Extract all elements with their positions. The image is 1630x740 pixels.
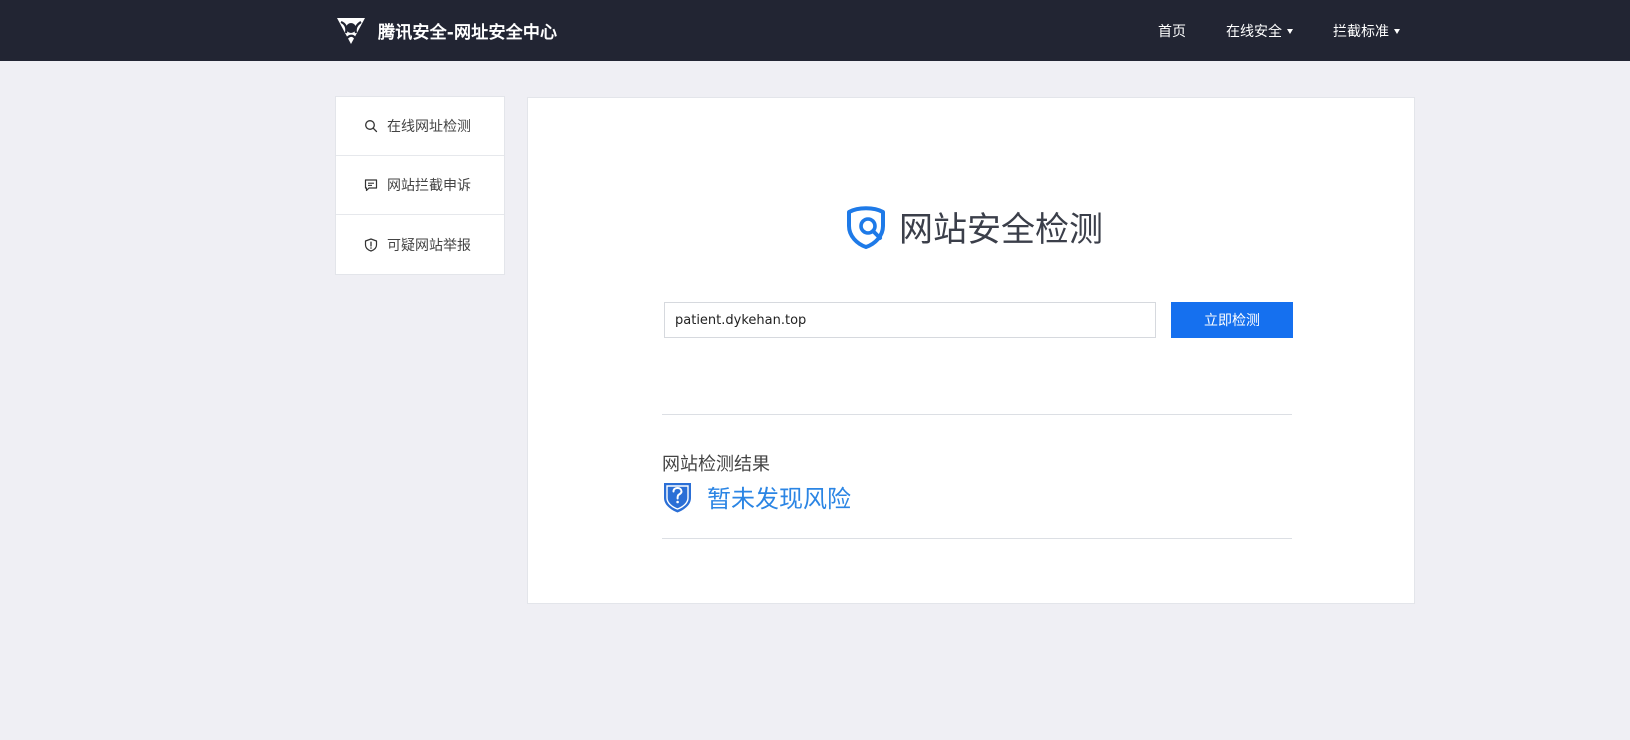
shield-alert-icon: [364, 237, 378, 252]
caret-down-icon: [1394, 29, 1400, 34]
nav-item-label: 在线安全: [1226, 23, 1282, 40]
sidebar-item-appeal[interactable]: 网站拦截申诉: [336, 156, 504, 215]
result-label: 网站检测结果: [662, 454, 770, 475]
sidebar-item-label: 可疑网站举报: [387, 237, 471, 254]
brand[interactable]: 腾讯安全-网址安全中心: [334, 12, 557, 48]
chat-icon: [364, 179, 378, 192]
page-heading: 网站安全检测: [843, 202, 1103, 251]
shield-search-icon: [847, 205, 885, 249]
result-status: 暂未发现风险: [662, 479, 851, 514]
nav-item-home[interactable]: 首页: [1158, 21, 1186, 41]
sidebar-item-label: 网站拦截申诉: [387, 178, 471, 194]
sidebar-item-url-check[interactable]: 在线网址检测: [336, 97, 504, 156]
nav-item-label: 首页: [1158, 23, 1186, 40]
nav-item-online-security[interactable]: 在线安全: [1226, 21, 1293, 41]
nav-item-block-standards[interactable]: 拦截标准: [1333, 21, 1400, 41]
nav-item-label: 拦截标准: [1333, 23, 1389, 40]
sidebar-item-report[interactable]: 可疑网站举报: [336, 215, 504, 274]
divider: [662, 538, 1292, 539]
divider: [662, 414, 1292, 415]
side-menu: 在线网址检测 网站拦截申诉 可疑网站举报: [335, 96, 505, 275]
url-check-form: 立即检测: [664, 302, 1294, 338]
caret-down-icon: [1287, 29, 1293, 34]
main-panel: 网站安全检测 立即检测 网站检测结果 暂未发现风险: [527, 97, 1415, 604]
main-nav: 首页 在线安全 拦截标准: [1158, 0, 1400, 61]
check-now-button[interactable]: 立即检测: [1171, 302, 1293, 338]
brand-title: 腾讯安全-网址安全中心: [378, 22, 558, 43]
sidebar-item-label: 在线网址检测: [387, 119, 471, 135]
search-icon: [365, 120, 378, 133]
shield-question-icon: [664, 482, 691, 512]
url-input[interactable]: [664, 302, 1156, 338]
tencent-security-logo-icon: [337, 18, 365, 44]
page-title: 网站安全检测: [899, 210, 1103, 250]
top-navbar: 腾讯安全-网址安全中心 首页 在线安全 拦截标准: [0, 0, 1630, 61]
result-status-text: 暂未发现风险: [707, 485, 851, 513]
